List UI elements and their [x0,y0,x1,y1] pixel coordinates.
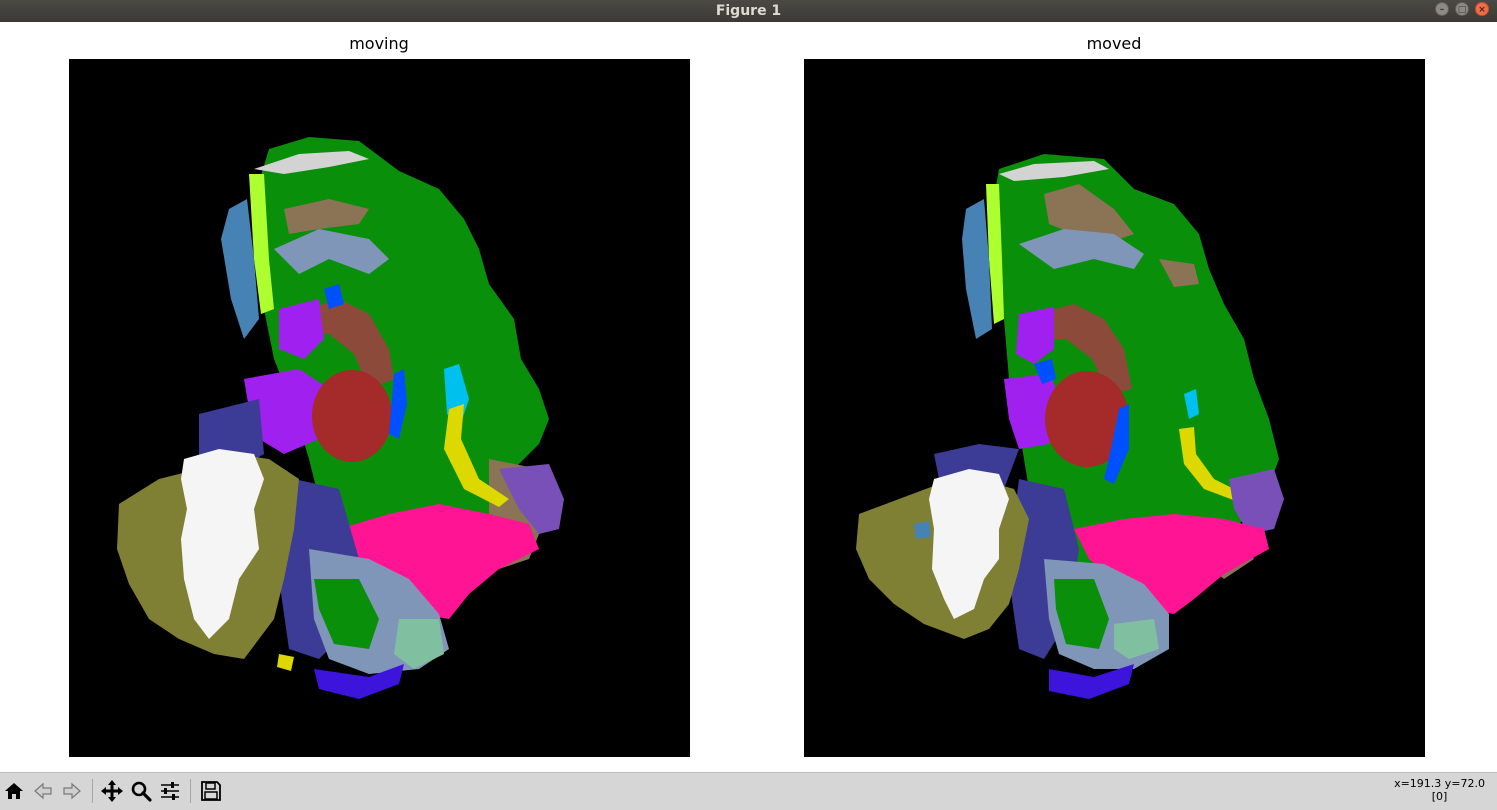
coords-value: [0] [1431,790,1448,803]
configure-subplots-button[interactable] [157,777,183,805]
sliders-icon [161,782,179,800]
floppy-icon [201,781,221,801]
axes-moved[interactable] [804,59,1425,757]
coords-xy: x=191.3 y=72.0 [1394,777,1485,790]
close-button[interactable]: × [1475,2,1489,16]
move-icon [101,780,123,802]
maximize-button[interactable]: □ [1455,2,1469,16]
arrow-right-icon [63,782,81,800]
toolbar-separator [190,779,191,803]
forward-button[interactable] [59,777,85,805]
pan-button[interactable] [99,777,125,805]
segmentation-image-moving [117,137,564,699]
navigation-toolbar: x=191.3 y=72.0 [0] [0,772,1497,810]
magnifier-icon [131,781,152,802]
window-title: Figure 1 [715,3,782,19]
window-titlebar: Figure 1 – □ × [0,0,1497,22]
segmentation-regions [117,137,564,699]
toolbar-separator [92,779,93,803]
zoom-button[interactable] [128,777,154,805]
save-button[interactable] [198,777,224,805]
cursor-coordinates: x=191.3 y=72.0 [0] [1394,777,1485,803]
minimize-button[interactable]: – [1435,2,1449,16]
axes-moving[interactable] [69,59,690,757]
arrow-left-icon [34,782,52,800]
home-button[interactable] [1,777,27,805]
axes-title-moving: moving [349,34,409,53]
figure-canvas[interactable]: moving moved [0,22,1497,772]
segmentation-regions [856,154,1284,699]
back-button[interactable] [30,777,56,805]
axes-title-moved: moved [1086,34,1142,53]
home-icon [5,783,23,799]
segmentation-image-moved [856,154,1284,699]
